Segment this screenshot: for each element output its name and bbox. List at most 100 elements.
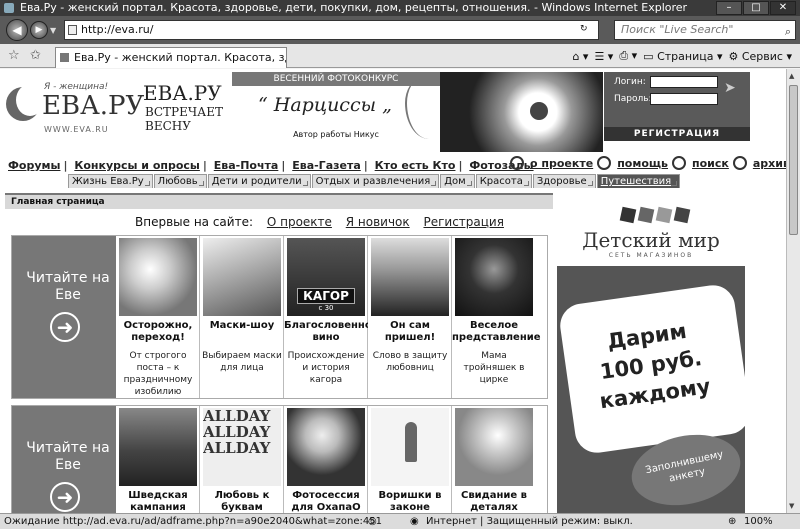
- article-card[interactable]: Осторожно, переход! От строгого поста – …: [116, 236, 200, 398]
- home-icon[interactable]: ⌂ ▾: [572, 50, 588, 63]
- tab-home[interactable]: Дом: [440, 174, 475, 188]
- article-card[interactable]: Фотосессия для ОхапаО: [284, 406, 368, 513]
- article-card[interactable]: Воришки в законе: [368, 406, 452, 513]
- minimize-button[interactable]: –: [716, 1, 742, 15]
- article-title[interactable]: Осторожно, переход!: [116, 320, 200, 344]
- nav-help[interactable]: помощь: [617, 157, 668, 170]
- scroll-down-icon[interactable]: ▼: [789, 502, 794, 510]
- register-button[interactable]: РЕГИСТРАЦИЯ: [604, 127, 750, 141]
- password-label: Пароль:: [614, 94, 652, 104]
- search-placeholder: Поиск "Live Search": [621, 23, 734, 36]
- article-image[interactable]: [119, 238, 197, 316]
- browser-tab[interactable]: Ева.Ру - женский портал. Красота, здоров…: [55, 47, 287, 68]
- article-image[interactable]: [371, 408, 449, 486]
- link-about-project[interactable]: О проекте: [267, 215, 332, 229]
- nav-contests[interactable]: Конкурсы и опросы: [74, 159, 200, 172]
- search-input[interactable]: Поиск "Live Search" ⌕: [614, 20, 796, 40]
- tab-beauty[interactable]: Красота: [475, 174, 532, 188]
- slogan-text: ВСТРЕЧАЕТ ВЕСНУ: [145, 105, 223, 133]
- scrollbar-thumb[interactable]: [789, 85, 798, 235]
- advertisement-banner[interactable]: Детский мир СЕТЬ МАГАЗИНОВ Дарим 100 руб…: [557, 194, 745, 513]
- article-image[interactable]: [455, 408, 533, 486]
- tab-kids[interactable]: Дети и родители: [207, 174, 311, 188]
- back-button[interactable]: ◀: [6, 19, 28, 41]
- print-icon[interactable]: ⎙ ▾: [619, 49, 637, 63]
- close-button[interactable]: ✕: [770, 1, 796, 15]
- login-label: Логин:: [614, 77, 646, 87]
- page-menu[interactable]: ▭ Страница ▾: [643, 50, 722, 63]
- article-card[interactable]: Маски-шоу Выбираем маски для лица: [200, 236, 284, 398]
- tab-travel[interactable]: Путешествия: [596, 174, 681, 188]
- history-dropdown-icon[interactable]: ▼: [50, 26, 56, 35]
- vertical-scrollbar[interactable]: ▲ ▼: [786, 69, 800, 513]
- article-title[interactable]: Он сам пришел!: [368, 320, 452, 344]
- category-tabs: Жизнь Ева.Ру Любовь Дети и родители Отды…: [68, 174, 681, 188]
- nav-search[interactable]: поиск: [692, 157, 729, 170]
- article-title[interactable]: Веселое представление: [452, 320, 541, 344]
- web-page: Я - женщина! ЕВА.РУ WWW.EVA.RU ЕВА.РУ ВС…: [0, 69, 786, 513]
- article-title[interactable]: Любовь к буквам: [200, 490, 284, 513]
- article-title[interactable]: Благословенное вино: [284, 320, 379, 344]
- address-input[interactable]: http://eva.ru/: [64, 20, 599, 40]
- tools-menu[interactable]: ⚙ Сервис ▾: [728, 50, 792, 63]
- allday-letters: ALLDAY ALLDAY ALLDAY: [203, 408, 271, 457]
- maximize-button[interactable]: □: [743, 1, 769, 15]
- nav-newspaper[interactable]: Ева-Газета: [292, 159, 361, 172]
- refresh-icon[interactable]: ↻: [580, 24, 588, 34]
- article-card[interactable]: Шведская кампания: [116, 406, 200, 513]
- ad-brand: Детский мир: [582, 228, 720, 252]
- favorites-star-icon[interactable]: ☆: [8, 48, 20, 63]
- article-card[interactable]: ALLDAY ALLDAY ALLDAY Любовь к буквам: [200, 406, 284, 513]
- article-image[interactable]: [287, 408, 365, 486]
- contest-label[interactable]: ВЕСЕННИЙ ФОТОКОНКУРС: [232, 72, 440, 86]
- article-title[interactable]: Фотосессия для ОхапаО: [284, 490, 368, 513]
- article-card[interactable]: Свидание в деталях: [452, 406, 536, 513]
- read-on-eva-block[interactable]: Читайте на Еве ➜: [12, 236, 116, 398]
- article-card[interactable]: КАГОР с 30 Благословенное вино Происхожд…: [284, 236, 379, 398]
- article-card[interactable]: Веселое представление Мама тройняшек в ц…: [452, 236, 541, 398]
- tab-love[interactable]: Любовь: [153, 174, 207, 188]
- feeds-icon[interactable]: ☰ ▾: [594, 50, 613, 63]
- nav-who-is-who[interactable]: Кто есть Кто: [375, 159, 456, 172]
- logo-url: WWW.EVA.RU: [44, 125, 109, 134]
- article-image[interactable]: [371, 238, 449, 316]
- narcissus-photo[interactable]: [440, 72, 603, 152]
- password-input[interactable]: [650, 93, 718, 105]
- nav-archive[interactable]: архив: [753, 157, 786, 170]
- status-zoom[interactable]: 100%: [744, 514, 773, 529]
- tab-health[interactable]: Здоровье: [532, 174, 596, 188]
- article-image[interactable]: КАГОР с 30: [287, 238, 365, 316]
- first-time-label: Впервые на сайте:: [135, 215, 254, 229]
- nav-forums[interactable]: Форумы: [8, 159, 60, 172]
- zoom-icon[interactable]: ⊕: [728, 514, 736, 529]
- article-title[interactable]: Маски-шоу: [200, 320, 284, 332]
- nav-mail[interactable]: Ева-Почта: [214, 159, 279, 172]
- back-arrow-icon: ◀: [12, 23, 22, 37]
- article-title[interactable]: Шведская кампания: [116, 490, 200, 513]
- login-input[interactable]: [650, 76, 718, 88]
- kagor-sublabel: с 30: [318, 304, 334, 312]
- article-image[interactable]: [203, 238, 281, 316]
- link-registration[interactable]: Регистрация: [423, 215, 503, 229]
- tab-leisure[interactable]: Отдых и развлечения: [311, 174, 440, 188]
- forward-arrow-icon: ▶: [35, 25, 43, 35]
- article-title[interactable]: Свидание в деталях: [452, 490, 536, 513]
- login-submit-icon[interactable]: ➤: [724, 80, 736, 96]
- article-title[interactable]: Воришки в законе: [368, 490, 452, 513]
- article-image[interactable]: [119, 408, 197, 486]
- forward-button[interactable]: ▶: [30, 21, 48, 39]
- scroll-up-icon[interactable]: ▲: [789, 72, 794, 80]
- link-newbie[interactable]: Я новичок: [346, 215, 410, 229]
- article-card[interactable]: Он сам пришел! Слово в защиту любовниц: [368, 236, 452, 398]
- tab-life[interactable]: Жизнь Ева.Ру: [68, 174, 153, 188]
- site-logo[interactable]: Я - женщина! ЕВА.РУ WWW.EVA.RU: [4, 79, 144, 139]
- read-on-eva-block[interactable]: Читайте на Еве ➜: [12, 406, 116, 513]
- read-on-eva-label: Читайте на Еве: [26, 270, 110, 303]
- article-image[interactable]: ALLDAY ALLDAY ALLDAY: [203, 408, 281, 486]
- add-favorites-icon[interactable]: ✩: [30, 48, 41, 63]
- zone-globe-icon: ◉: [410, 516, 419, 527]
- nav-about[interactable]: о проекте: [530, 157, 593, 170]
- article-image[interactable]: [455, 238, 533, 316]
- search-icon[interactable]: ⌕: [785, 23, 791, 41]
- archive-icon: [732, 156, 747, 170]
